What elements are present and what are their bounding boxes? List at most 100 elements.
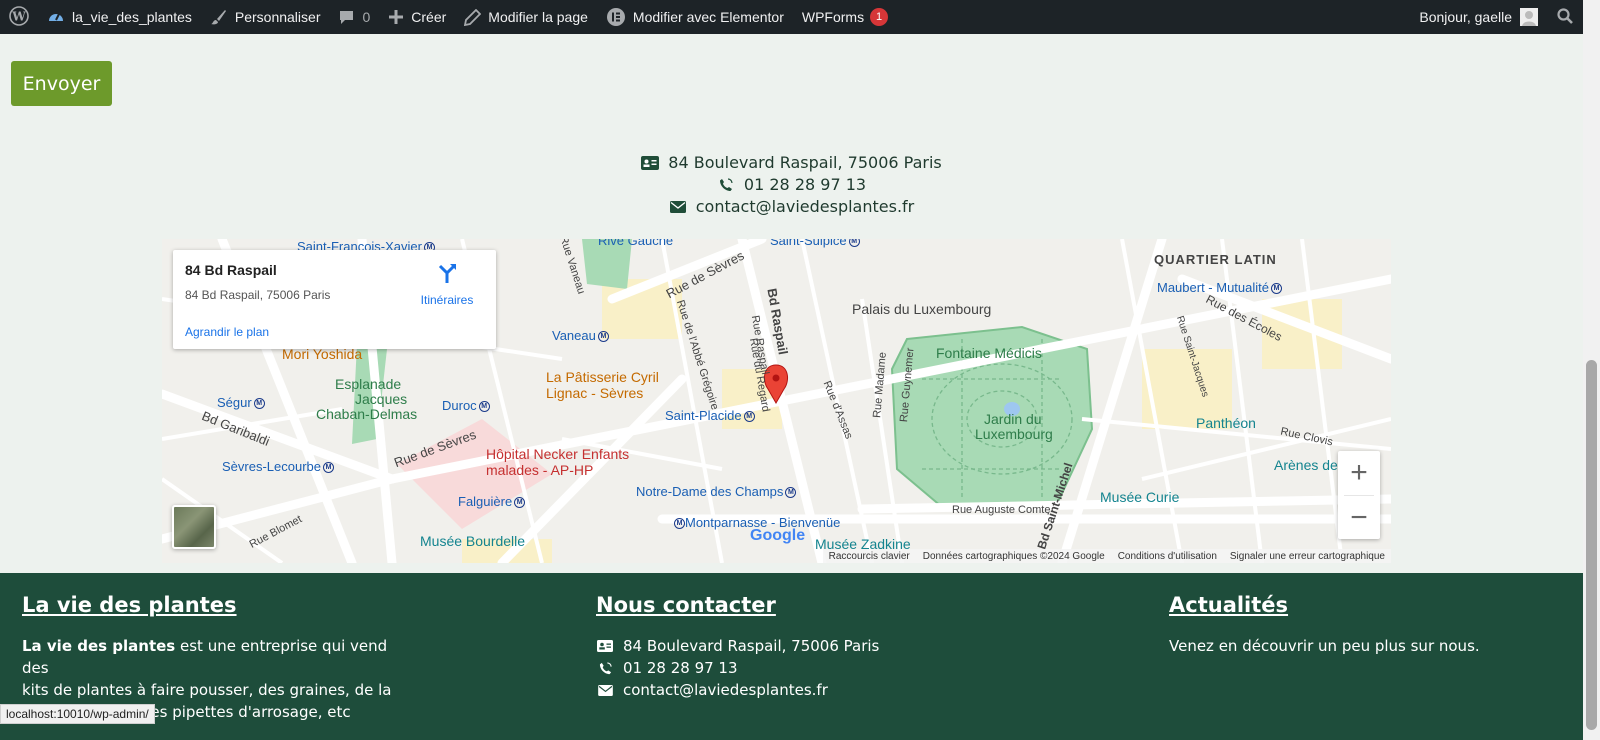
map-label: Hôpital Necker Enfants [486,446,630,462]
envelope-icon [596,684,614,696]
comments-link[interactable]: 0 [329,0,379,34]
footer-news-title[interactable]: Actualités [1169,593,1569,617]
search-icon [1556,7,1574,28]
envelope-icon [669,200,687,214]
wordpress-logo-menu[interactable]: W [0,0,38,34]
satellite-layer-button[interactable] [172,505,216,549]
footer-email-line: contact@laviedesplantes.fr [596,679,996,701]
footer-contact: Nous contacter 84 Boulevard Raspail, 750… [596,593,996,701]
wpforms-notification-badge: 1 [870,8,889,26]
browser-status-url: localhost:10010/wp-admin/ [0,704,155,724]
create-label: Créer [411,9,447,25]
report-error-link[interactable]: Signaler une erreur cartographique [1230,551,1385,562]
footer-phone: 01 28 28 97 13 [623,659,738,677]
customize-link[interactable]: Personnaliser [201,0,330,34]
page-scrollbar[interactable] [1583,0,1600,740]
google-map[interactable]: Saint-François-Xavier M Rive Gauche Saint… [162,239,1391,563]
phone-icon [717,178,735,192]
site-name-menu[interactable]: la_vie_des_plantes [38,0,201,34]
wpforms-label: WPForms [801,9,865,25]
pencil-icon [464,8,482,26]
map-label: Rue Auguste Comte [952,504,1051,516]
enlarge-map-link[interactable]: Agrandir le plan [185,325,269,339]
elementor-link[interactable]: Modifier avec Elementor [597,0,793,34]
create-menu[interactable]: Créer [379,0,455,34]
footer-phone-line: 01 28 28 97 13 [596,657,996,679]
footer-news: Actualités Venez en découvrir un peu plu… [1169,593,1569,657]
map-label: Chaban-Delmas [316,406,418,422]
map-label: Lignac - Sèvres [546,385,644,401]
footer-about-title[interactable]: La vie des plantes [22,593,402,617]
contact-email: contact@laviedesplantes.fr [695,197,915,216]
directions-icon [409,262,485,287]
contact-info: 84 Boulevard Raspail, 75006 Paris 01 28 … [0,152,1583,218]
map-label: Jacques [355,391,408,407]
dashboard-icon [47,8,65,26]
map-label: Rive Gauche [598,239,674,248]
directions-label: Itinéraires [420,293,474,307]
admin-search[interactable] [1547,0,1583,34]
map-label: Arènes de [1274,457,1338,473]
site-footer: La vie des plantes La vie des plantes es… [0,573,1583,740]
map-label: La Pâtisserie Cyril [546,369,659,385]
map-label: Saint-Sulpice M [770,239,860,248]
map-info-card: 84 Bd Raspail 84 Bd Raspail, 75006 Paris… [173,250,496,349]
avatar [1520,8,1538,26]
map-label: Jardin du [984,411,1042,427]
elementor-label: Modifier avec Elementor [632,9,784,25]
scrollbar-thumb[interactable] [1586,360,1597,730]
place-title: 84 Bd Raspail [185,262,277,278]
footer-news-text: Venez en découvrir un peu plus sur nous. [1169,637,1480,655]
site-name: la_vie_des_plantes [72,9,192,25]
map-label: Esplanade [335,376,402,392]
map-label: Duroc M [442,398,490,413]
footer-about-line: kits de plantes à faire pousser, des gra… [22,681,392,699]
map-label: Panthéon [1196,415,1256,431]
map-label: Vaneau M [552,328,609,343]
phone-icon [596,661,614,675]
map-label: Musée Bourdelle [420,533,526,549]
wordpress-icon: W [9,5,29,29]
map-label: Palais du Luxembourg [852,301,992,317]
comments-count: 0 [362,9,371,25]
place-address: 84 Bd Raspail, 75006 Paris [185,288,331,302]
greeting: Bonjour, gaelle [1419,9,1512,25]
map-label: Notre-Dame des Champs M [636,484,797,499]
paintbrush-icon [210,8,228,26]
comment-icon [338,9,355,26]
zoom-controls: + − [1338,451,1380,539]
keyboard-shortcuts-link[interactable]: Raccourcis clavier [829,551,910,562]
footer-about-brand: La vie des plantes [22,637,176,655]
contact-address: 84 Boulevard Raspail, 75006 Paris [668,153,942,172]
zoom-out-button[interactable]: − [1338,496,1380,540]
wpforms-menu[interactable]: WPForms 1 [793,0,897,34]
map-label: Falguière M [458,494,526,509]
elementor-icon [606,7,626,27]
map-label: Maubert - Mutualité M [1157,280,1282,295]
map-label: malades - AP-HP [486,462,594,478]
edit-page-link[interactable]: Modifier la page [455,0,597,34]
google-logo: Google [750,527,806,544]
directions-button[interactable]: Itinéraires [409,262,485,307]
map-label: Sèvres-Lecourbe M [222,459,334,474]
admin-bar: W la_vie_des_plantes Personnaliser 0 Cré… [0,0,1583,34]
svg-text:W: W [11,9,26,23]
my-account-menu[interactable]: Bonjour, gaelle [1410,0,1547,34]
footer-contact-title[interactable]: Nous contacter [596,593,996,617]
map-label: Ségur M [217,395,265,410]
edit-page-label: Modifier la page [488,9,588,25]
map-label: Fontaine Médicis [936,345,1042,361]
address-card-icon [596,640,614,652]
zoom-in-button[interactable]: + [1338,451,1380,495]
terms-link[interactable]: Conditions d'utilisation [1118,551,1217,562]
map-label: Luxembourg [975,426,1053,442]
plus-icon [388,9,404,25]
map-label: QUARTIER LATIN [1154,252,1277,267]
contact-address-line: 84 Boulevard Raspail, 75006 Paris [0,152,1583,174]
footer-email[interactable]: contact@laviedesplantes.fr [623,679,828,701]
contact-phone: 01 28 28 97 13 [743,175,867,194]
address-card-icon [641,156,660,170]
footer-address: 84 Boulevard Raspail, 75006 Paris [623,637,880,655]
submit-button[interactable]: Envoyer [11,61,112,106]
map-label: Musée Curie [1100,489,1180,505]
